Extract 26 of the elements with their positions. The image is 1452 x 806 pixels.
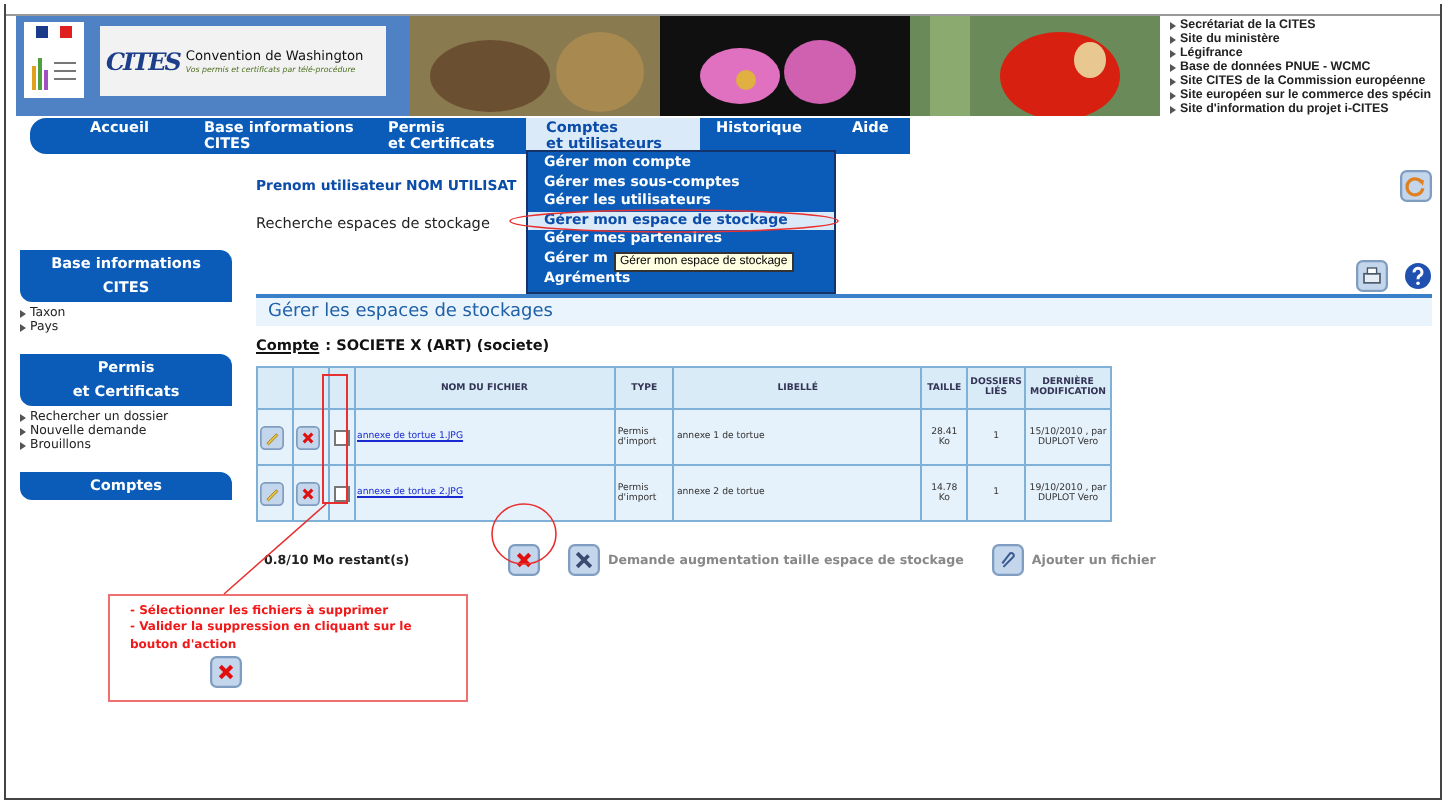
- help-icon[interactable]: [1404, 262, 1432, 290]
- edit-button[interactable]: [260, 425, 284, 449]
- bullet-icon: [20, 441, 26, 449]
- bullet-icon: [1170, 63, 1176, 71]
- delete-icon[interactable]: [210, 655, 242, 688]
- bullet-icon: [1170, 21, 1176, 29]
- section-title: Gérer les espaces de stockages: [256, 294, 1432, 326]
- print-icon[interactable]: [1356, 260, 1388, 292]
- highlight-ellipse: [491, 503, 557, 565]
- bullet-icon: [1170, 105, 1176, 113]
- bullet-icon: [20, 323, 26, 331]
- bullet-icon: [20, 309, 26, 317]
- delete-button[interactable]: [508, 544, 540, 576]
- highlight-box: [322, 374, 348, 504]
- bullet-icon: [1170, 91, 1176, 99]
- refresh-icon[interactable]: [1400, 170, 1432, 202]
- delete-button[interactable]: [295, 425, 320, 449]
- edit-button[interactable]: [260, 481, 284, 505]
- cites-logo: CITES: [106, 47, 180, 75]
- bullet-icon: [1170, 77, 1176, 85]
- bullet-icon: [1170, 49, 1176, 57]
- bullet-icon: [1170, 35, 1176, 43]
- bullet-icon: [20, 413, 26, 421]
- paperclip-icon[interactable]: [991, 544, 1024, 576]
- delete-button[interactable]: [295, 481, 320, 505]
- bullet-icon: [20, 427, 26, 435]
